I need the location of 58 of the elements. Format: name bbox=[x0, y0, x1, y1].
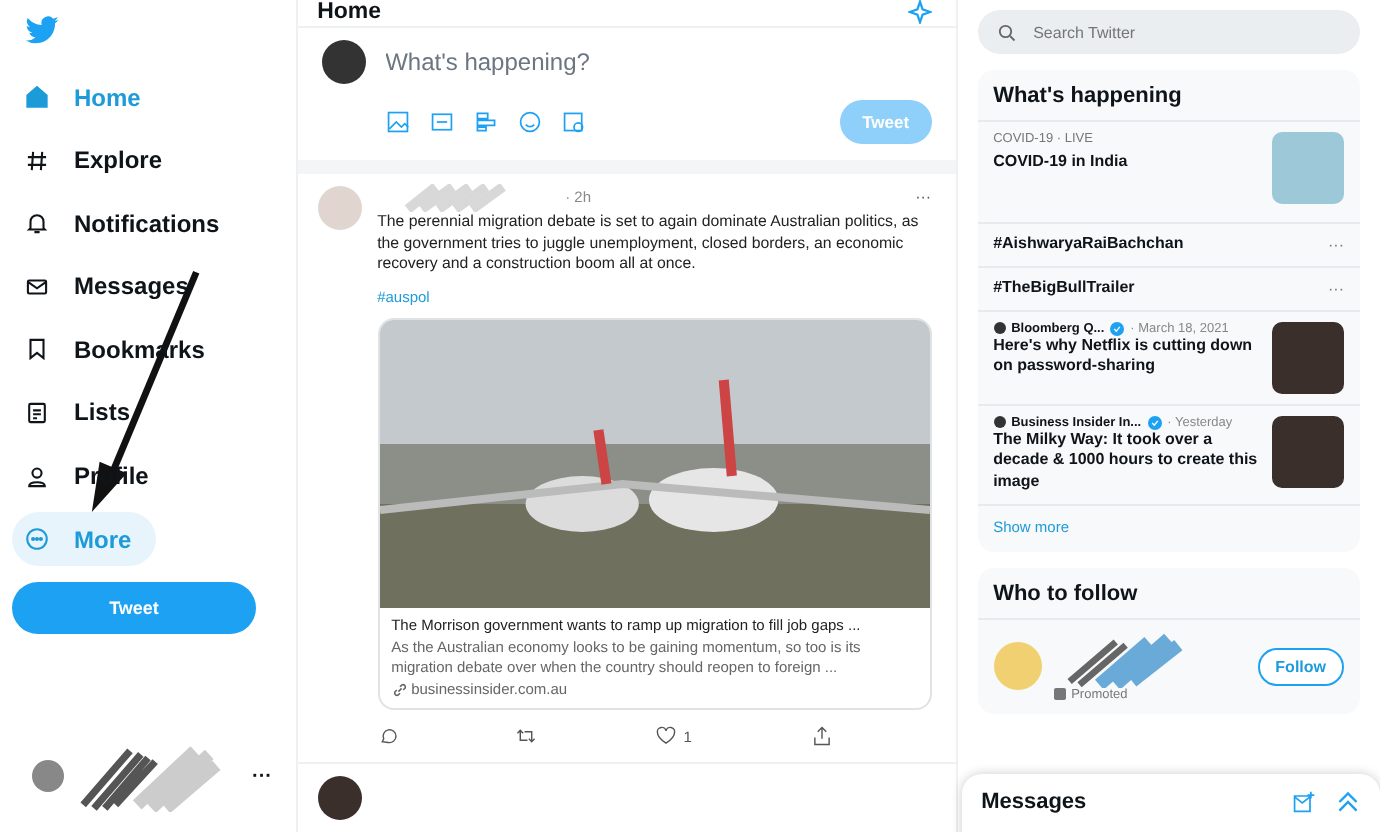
trend-headline: #AishwaryaRaiBachchan bbox=[993, 234, 1184, 256]
avatar[interactable] bbox=[32, 760, 64, 792]
gif-icon[interactable] bbox=[429, 109, 454, 134]
drawer-title: Messages bbox=[981, 790, 1087, 814]
bird-logo-icon[interactable] bbox=[24, 16, 60, 46]
avatar bbox=[993, 642, 1042, 691]
collapse-icon[interactable] bbox=[1336, 790, 1360, 814]
more-icon bbox=[24, 526, 50, 553]
nav-item[interactable]: Lists bbox=[12, 385, 155, 440]
home-icon bbox=[24, 84, 50, 110]
emoji-icon[interactable] bbox=[517, 109, 542, 134]
messages-drawer[interactable]: Messages bbox=[961, 774, 1380, 832]
avatar bbox=[317, 776, 362, 820]
source-logo-icon bbox=[993, 322, 1006, 335]
link-card[interactable] bbox=[377, 318, 932, 710]
more-options[interactable]: ··· bbox=[1328, 279, 1344, 298]
link-icon bbox=[391, 681, 408, 698]
section-title: What's happening bbox=[977, 70, 1360, 122]
more-options[interactable]: ··· bbox=[252, 765, 272, 787]
search-icon bbox=[997, 23, 1016, 41]
trend-headline: The Milky Way: It took over a decade & 1000 hours to create this image bbox=[993, 429, 1260, 494]
more-options[interactable]: ··· bbox=[915, 188, 932, 207]
reply-icon[interactable] bbox=[377, 726, 398, 746]
more-options[interactable]: ··· bbox=[1328, 235, 1344, 254]
nav-item[interactable]: Messages bbox=[12, 259, 213, 314]
avatar bbox=[321, 39, 366, 84]
trend-headline: #TheBigBullTrailer bbox=[993, 277, 1135, 300]
envelope-icon bbox=[24, 273, 50, 300]
heart-icon[interactable] bbox=[655, 726, 676, 746]
promoted-icon bbox=[1053, 688, 1066, 701]
photo-placeholder bbox=[1272, 415, 1344, 488]
trend-headline: COVID-19 in India bbox=[993, 152, 1128, 174]
section-title: Who to follow bbox=[977, 567, 1360, 620]
source-logo-icon bbox=[993, 416, 1006, 429]
list-icon bbox=[24, 399, 50, 426]
person-icon bbox=[24, 463, 50, 490]
avatar bbox=[317, 185, 362, 230]
poll-icon[interactable] bbox=[473, 109, 498, 134]
new-message-icon[interactable] bbox=[1292, 790, 1316, 814]
nav-item[interactable]: Explore bbox=[12, 133, 187, 188]
photo-placeholder bbox=[1272, 321, 1344, 394]
hashtag-icon bbox=[24, 147, 50, 174]
page-title: Home bbox=[317, 0, 382, 25]
sparkle-icon[interactable] bbox=[907, 0, 932, 25]
verified-badge-icon bbox=[1110, 321, 1125, 336]
image-icon[interactable] bbox=[385, 109, 410, 134]
retweet-icon[interactable] bbox=[516, 726, 537, 746]
mask-photo-placeholder bbox=[1272, 132, 1344, 204]
nav-item[interactable]: Notifications bbox=[12, 196, 244, 251]
verified-badge-icon bbox=[1147, 415, 1162, 430]
bell-icon bbox=[24, 210, 50, 237]
trend-item[interactable]: #AishwaryaRaiBachchan ··· bbox=[977, 224, 1360, 268]
trend-headline: Here's why Netflix is cutting down on password-sharing bbox=[993, 335, 1255, 379]
search-field[interactable]: Search Twitter bbox=[977, 10, 1360, 54]
bookmark-icon bbox=[24, 336, 50, 363]
schedule-icon[interactable] bbox=[561, 109, 586, 134]
trend-item[interactable]: #TheBigBullTrailer ··· bbox=[977, 267, 1360, 312]
share-icon[interactable] bbox=[811, 726, 832, 746]
